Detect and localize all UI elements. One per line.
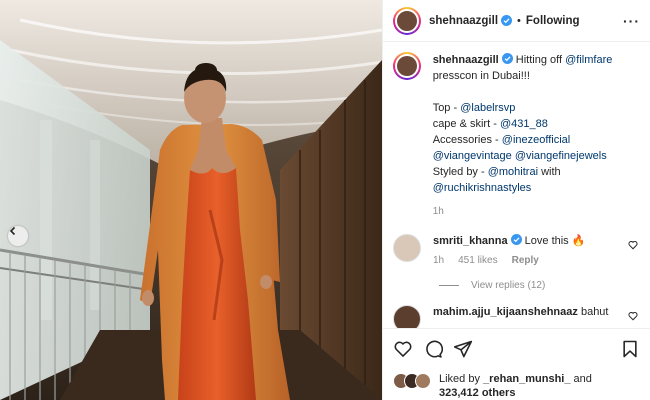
comment-item: smriti_khanna Love this 🔥 1h 451 likes R… (393, 234, 640, 268)
mention-link[interactable]: @431_88 (500, 118, 548, 130)
comment-timestamp[interactable]: 1h (433, 253, 444, 268)
post-caption: shehnaazgill Hitting off @filmfare press… (393, 52, 640, 220)
heart-icon[interactable] (628, 311, 638, 321)
caption-timestamp[interactable]: 1h (433, 204, 640, 220)
verified-badge-icon (510, 234, 522, 245)
liker-avatars[interactable] (393, 373, 433, 389)
fire-emoji: 🔥 (571, 235, 586, 247)
following-button[interactable]: Following (526, 15, 580, 27)
caption-text: presscon in Dubai!!! (432, 70, 530, 82)
comment-meta: 1h 451 likes Reply (433, 253, 629, 268)
mention-link[interactable]: @mohitrai (488, 166, 538, 178)
commenter-username[interactable]: smriti_khanna (433, 235, 508, 247)
caption-body: shehnaazgill Hitting off @filmfare press… (433, 52, 640, 220)
verified-badge-icon (501, 53, 513, 64)
commenter-username[interactable]: mahim.ajju_kijaanshehnaaz (433, 306, 578, 318)
header-separator: • (517, 14, 521, 27)
mention-link[interactable]: @viangefinejewels (515, 150, 607, 162)
commenter-avatar[interactable] (393, 305, 421, 328)
reply-button[interactable]: Reply (512, 253, 539, 268)
comment-icon (426, 340, 443, 358)
comment-body: mahim.ajju_kijaanshehnaaz bahut (433, 305, 629, 328)
heart-icon (394, 341, 412, 357)
liked-by-label: Liked by (439, 373, 480, 385)
view-replies-label: View replies (12) (471, 280, 546, 291)
comment-text: bahut (580, 306, 609, 318)
chevron-left-icon (9, 226, 16, 236)
post-action-bar (383, 328, 650, 368)
caption-text: Accessories - (432, 134, 499, 146)
comment-likes-count[interactable]: 451 likes (458, 253, 497, 268)
share-button[interactable] (453, 339, 473, 359)
caption-username[interactable]: shehnaazgill (433, 54, 499, 66)
mention-link[interactable]: @labelrsvp (460, 102, 515, 114)
more-options-icon[interactable]: ··· (623, 13, 640, 29)
mention-link[interactable]: @ruchikrishnastyles (433, 182, 532, 194)
comments-scroll-area[interactable]: shehnaazgill Hitting off @filmfare press… (383, 42, 650, 328)
post-photo[interactable] (0, 0, 382, 400)
caption-avatar[interactable] (393, 52, 421, 80)
view-replies-button[interactable]: View replies (12) (439, 280, 640, 291)
liker-username[interactable]: _rehan_munshi_ (483, 373, 570, 385)
caption-text: Top - (432, 102, 458, 114)
caption-text: Styled by - (432, 166, 485, 178)
post-side-panel: shehnaazgill • Following ··· shehnaazgil… (382, 0, 650, 400)
heart-icon[interactable] (628, 240, 638, 250)
carousel-prev-button[interactable] (8, 226, 28, 246)
liker-avatar (415, 373, 431, 389)
likes-summary: Liked by _rehan_munshi_ and 323,412 othe… (393, 372, 592, 400)
paper-plane-icon (453, 340, 473, 357)
commenter-avatar[interactable] (393, 234, 421, 262)
author-avatar[interactable] (393, 6, 421, 35)
post-header: shehnaazgill • Following ··· (383, 0, 650, 42)
comment-body: smriti_khanna Love this 🔥 1h 451 likes R… (433, 234, 629, 268)
likes-others-count[interactable]: 323,412 others (439, 387, 515, 399)
likes-text: Liked by _rehan_munshi_ and 323,412 othe… (439, 372, 592, 400)
author-username[interactable]: shehnaazgill (429, 15, 498, 27)
comment-text: Love this (524, 235, 569, 247)
bookmark-icon (623, 340, 637, 357)
instagram-post-modal: shehnaazgill • Following ··· shehnaazgil… (0, 0, 650, 400)
mention-link[interactable]: @filmfare (565, 54, 612, 66)
verified-badge-icon (501, 15, 513, 26)
caption-text: Hitting off (515, 54, 563, 66)
mention-link[interactable]: @inezeofficial (502, 134, 570, 146)
caption-text: cape & skirt - (432, 118, 497, 130)
comment-button[interactable] (423, 339, 443, 359)
likes-and-label: and (573, 373, 592, 385)
mention-link[interactable]: @viangevintage (433, 150, 512, 162)
save-button[interactable] (620, 339, 640, 359)
like-button[interactable] (393, 339, 413, 359)
comment-item: mahim.ajju_kijaanshehnaaz bahut (393, 305, 640, 328)
photo-illustration (0, 0, 382, 400)
caption-text: with (541, 166, 561, 178)
